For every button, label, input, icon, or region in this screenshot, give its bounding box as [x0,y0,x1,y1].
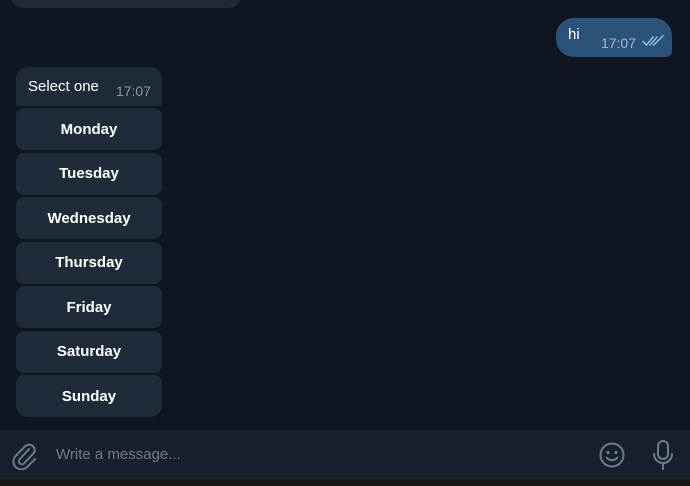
keyboard-button-sunday[interactable]: Sunday [16,375,162,417]
keyboard-button-saturday[interactable]: Saturday [16,330,162,373]
keyboard-button-wednesday[interactable]: Wednesday [16,197,162,239]
outgoing-message-bubble[interactable]: hi 17:07 [556,18,672,57]
keyboard-button-friday[interactable]: Friday [16,286,162,328]
keyboard-button-tuesday[interactable]: Tuesday [16,152,162,195]
incoming-message: Select one 17:07 Monday Tuesday Wednesda… [16,67,162,420]
paperclip-icon[interactable] [10,440,38,470]
incoming-message-text: Select one [28,78,99,95]
window-bottom-edge [0,479,690,486]
outgoing-message-time: 17:07 [600,35,636,51]
chat-area: hi 17:07 Select one 17:07 Monday Tuesday… [0,0,690,430]
double-check-icon [642,35,664,46]
incoming-message-time: 17:07 [115,83,151,99]
keyboard-button-thursday[interactable]: Thursday [16,241,162,284]
incoming-message-bubble[interactable]: Select one 17:07 [16,67,162,106]
microphone-icon[interactable] [650,439,676,471]
outgoing-message-text: hi [568,26,580,43]
inline-keyboard: Monday Tuesday Wednesday Thursday Friday… [16,108,162,417]
smiley-icon[interactable] [598,441,626,469]
message-input[interactable] [56,438,576,470]
keyboard-button-monday[interactable]: Monday [16,108,162,150]
previous-message-bubble [10,0,242,8]
